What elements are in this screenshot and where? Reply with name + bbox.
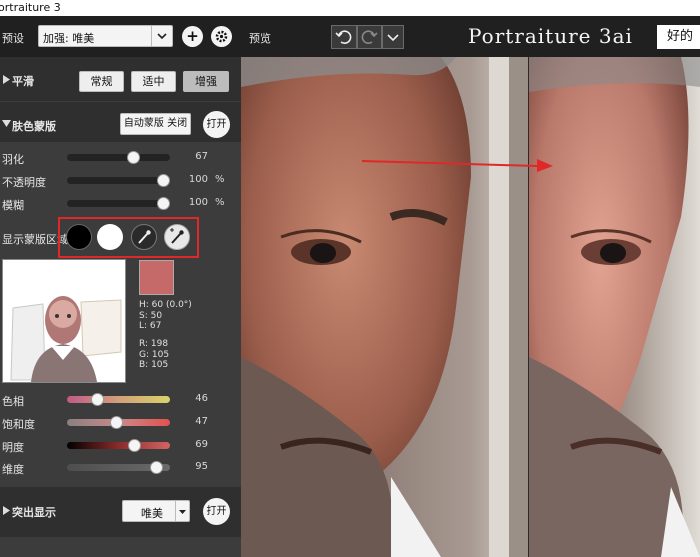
preset-value: 加强: 唯美 (43, 32, 95, 45)
color-info-r: R: 198 (139, 339, 169, 349)
color-info-rgb: R: 198 G: 105 B: 105 (139, 339, 169, 371)
slider-track[interactable] (67, 154, 170, 161)
slider-label: 不透明度 (2, 176, 46, 189)
preview-label: 预览 (249, 32, 271, 45)
color-slider-label: 维度 (2, 463, 24, 476)
color-slider-handle[interactable] (128, 439, 142, 452)
undo-button[interactable] (331, 25, 357, 49)
slider-label: 羽化 (2, 153, 24, 166)
ok-button[interactable]: 好的 (657, 25, 700, 49)
highlight-open-button[interactable]: 打开 (203, 498, 230, 525)
highlight-dropdown-value: 唯美 (141, 507, 163, 520)
smoothing-title: 平滑 (12, 75, 34, 88)
slider-handle[interactable] (157, 174, 170, 187)
skin-mask-open-button[interactable]: 打开 (203, 111, 230, 138)
preset-label: 预设 (2, 32, 24, 45)
expand-arrow-icon[interactable] (2, 120, 11, 128)
color-slider-label: 明度 (2, 441, 24, 454)
chevron-down-icon (387, 34, 399, 42)
window-title-bar: ortraiture 3 (0, 0, 700, 16)
smoothing-medium-button[interactable]: 适中 (131, 71, 176, 92)
collapse-arrow-icon[interactable] (3, 75, 11, 84)
mask-preview-thumbnail (2, 259, 126, 383)
slider-value: 100 (188, 197, 208, 208)
color-slider-track[interactable] (67, 396, 170, 403)
app-logo: Portraiture 3ai (468, 24, 633, 48)
add-preset-button[interactable]: + (182, 26, 203, 47)
color-slider-label: 饱和度 (2, 418, 35, 431)
redo-icon (361, 30, 378, 44)
color-slider-label: 色相 (2, 395, 24, 408)
black-mask-swatch[interactable] (66, 224, 92, 250)
color-info-h: H: 60 (0.0°) (139, 300, 192, 310)
chevron-down-icon[interactable] (151, 26, 172, 46)
slider-label: 模糊 (2, 199, 24, 212)
settings-button[interactable] (211, 26, 232, 47)
eyedropper-plus-icon (170, 228, 184, 244)
color-info-hsl: H: 60 (0.0°) S: 50 L: 67 (139, 300, 192, 332)
gear-icon (215, 30, 228, 43)
color-slider-handle[interactable] (91, 393, 105, 406)
highlight-title: 突出显示 (12, 506, 56, 519)
slider-handle[interactable] (127, 151, 141, 164)
eyedropper-add-button[interactable] (164, 224, 190, 250)
window-title: ortraiture 3 (0, 1, 61, 14)
plus-icon: + (186, 27, 199, 45)
before-after-preview-image (241, 57, 700, 557)
slider-value: 100 (188, 174, 208, 185)
top-toolbar: 预设 加强: 唯美 + 预览 Portraiture 3ai 好的 (0, 16, 700, 57)
undo-icon (335, 30, 352, 44)
color-slider-value: 47 (195, 416, 208, 427)
redo-button[interactable] (357, 25, 382, 49)
slider-unit: % (215, 197, 225, 208)
color-info-s: S: 50 (139, 310, 163, 321)
color-slider-value: 69 (195, 439, 208, 450)
color-slider-handle[interactable] (149, 461, 163, 474)
color-slider-track[interactable] (67, 442, 170, 449)
skin-mask-title: 肤色蒙版 (12, 120, 56, 133)
slider-unit: % (215, 174, 225, 185)
eyedropper-button[interactable] (131, 224, 157, 250)
smoothing-strong-button[interactable]: 增强 (183, 71, 229, 92)
smoothing-normal-button[interactable]: 常规 (79, 71, 124, 92)
selected-skin-color-swatch (139, 260, 174, 295)
color-slider-value: 95 (195, 461, 208, 472)
chevron-down-icon[interactable] (175, 501, 189, 521)
mask-preview-image (3, 260, 125, 382)
ok-button-label: 好的 (667, 29, 694, 44)
preset-dropdown[interactable]: 加强: 唯美 (38, 25, 173, 47)
collapse-arrow-icon[interactable] (3, 506, 11, 515)
history-dropdown-button[interactable] (382, 25, 404, 49)
slider-track[interactable] (67, 177, 170, 184)
color-info-g: G: 105 (139, 349, 170, 360)
settings-panel: 平滑 常规 适中 增强 肤色蒙版 自动蒙版 关闭 打开 显示蒙版区域 H: 60… (0, 57, 241, 557)
slider-value: 67 (195, 151, 208, 162)
color-info-b: B: 105 (139, 360, 169, 370)
slider-track[interactable] (67, 200, 170, 207)
eyedropper-icon (138, 230, 151, 244)
auto-mask-button[interactable]: 自动蒙版 关闭 (120, 113, 191, 135)
white-mask-swatch[interactable] (97, 224, 123, 250)
preview-area (241, 57, 700, 557)
highlight-dropdown[interactable]: 唯美 (122, 500, 190, 522)
color-info-l: L: 67 (139, 321, 162, 331)
slider-handle[interactable] (157, 197, 170, 210)
color-slider-value: 46 (195, 393, 208, 404)
color-slider-handle[interactable] (110, 416, 124, 429)
